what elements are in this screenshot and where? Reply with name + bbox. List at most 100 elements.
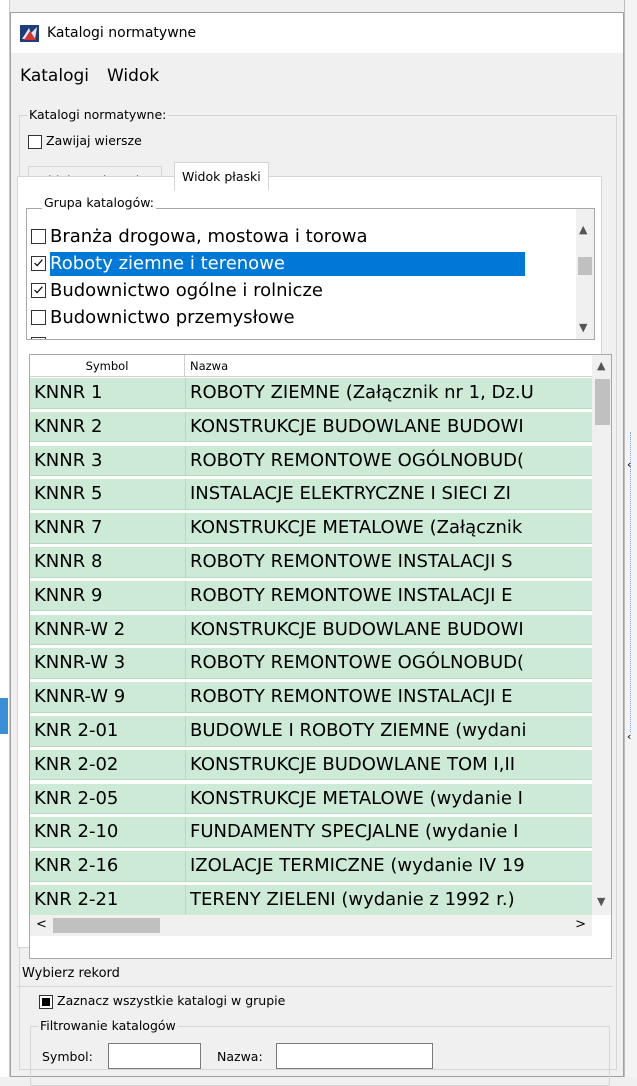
checkbox[interactable] xyxy=(31,337,46,339)
scroll-down-icon[interactable]: ▼ xyxy=(597,895,605,908)
cell-name: KONSTRUKCJE METALOWE (Załącznik xyxy=(190,517,523,539)
cell-symbol: KNNR 9 xyxy=(34,584,103,606)
select-all-label: Zaznacz wszystkie katalogi w grupie xyxy=(57,993,286,1008)
list-item[interactable]: Roboty ziemne i terenowe xyxy=(31,250,571,277)
cell-name: TERENY ZIELENI (wydanie z 1992 r.) xyxy=(190,889,515,910)
menu-katalogi[interactable]: Katalogi xyxy=(20,66,89,86)
tab-widok-plaski[interactable]: Widok płaski xyxy=(174,162,269,191)
table-row[interactable]: KNR 2-05 KONSTRUKCJE METALOWE (wydanie I xyxy=(30,783,592,815)
status-label: Wybierz rekord xyxy=(22,966,120,981)
cell-symbol: KNR 2-10 xyxy=(34,821,119,843)
column-header-symbol[interactable]: Symbol xyxy=(30,355,185,377)
checkbox[interactable] xyxy=(31,229,46,244)
table-row[interactable]: KNNR 7 KONSTRUKCJE METALOWE (Załącznik xyxy=(30,513,592,544)
list-item[interactable]: Branża drogowa, mostowa i torowa xyxy=(31,223,571,250)
cell-name: ROBOTY REMONTOWE INSTALACJI S xyxy=(190,551,513,572)
scroll-up-icon[interactable]: ▲ xyxy=(579,223,587,236)
scroll-thumb[interactable] xyxy=(53,918,160,933)
cell-symbol: KNNR-W 9 xyxy=(34,686,126,708)
symbol-input[interactable] xyxy=(108,1043,201,1069)
menu-bar: Katalogi Widok xyxy=(11,53,623,93)
table-row[interactable]: KNNR 5 INSTALACJE ELEKTRYCZNE I SIECI ZI xyxy=(30,479,592,510)
list-item-label: Budownictwo przemysłowe xyxy=(50,307,295,328)
catalog-table[interactable]: Symbol Nazwa KNNR 1 ROBOTY ZIEMNE (Załącz… xyxy=(29,354,612,959)
cell-name: ROBOTY REMONTOWE INSTALACJI E xyxy=(190,584,513,606)
table-vscrollbar[interactable]: ▲ ▼ xyxy=(592,355,611,915)
scroll-down-icon[interactable]: ▼ xyxy=(579,321,587,334)
divider xyxy=(17,986,612,987)
filter-label: Filtrowanie katalogów xyxy=(38,1018,178,1033)
cell-symbol: KNR 2-21 xyxy=(34,889,119,910)
scroll-right-icon[interactable]: > xyxy=(575,917,586,932)
cell-symbol: KNNR-W 2 xyxy=(34,618,126,640)
cell-symbol: KNNR 7 xyxy=(34,517,103,539)
symbol-label: Symbol: xyxy=(42,1049,93,1064)
list-item-label: Branża drogowa, mostowa i torowa xyxy=(50,226,368,247)
table-hscrollbar[interactable]: < > xyxy=(30,915,592,936)
table-row[interactable]: KNNR-W 2 KONSTRUKCJE BUDOWLANE BUDOWI xyxy=(30,614,592,646)
cell-name: KONSTRUKCJE BUDOWLANE BUDOWI xyxy=(190,415,524,437)
name-label: Nazwa: xyxy=(217,1049,263,1064)
cell-name: ROBOTY ZIEMNE (Załącznik nr 1, Dz.U xyxy=(190,382,534,403)
scroll-thumb[interactable] xyxy=(595,379,610,425)
name-input[interactable] xyxy=(276,1043,433,1069)
scroll-left-icon[interactable]: < xyxy=(36,917,47,932)
wrap-rows-label: Zawijaj wiersze xyxy=(46,133,142,148)
wrap-rows-checkbox[interactable]: Zawijaj wiersze xyxy=(28,133,142,149)
checkbox[interactable] xyxy=(39,994,53,1009)
table-row[interactable]: KNNR-W 9 ROBOTY REMONTOWE INSTALACJI E xyxy=(30,682,592,713)
table-row[interactable]: KNR 2-02 KONSTRUKCJE BUDOWLANE TOM I,II xyxy=(30,749,592,781)
list-scrollbar[interactable]: ▲ ▼ xyxy=(576,209,594,339)
cell-name: IZOLACJE TERMICZNE (wydanie IV 19 xyxy=(190,855,525,877)
cell-name: ROBOTY REMONTOWE OGÓLNOBUD( xyxy=(190,652,525,674)
table-row[interactable]: KNR 2-01 BUDOWLE I ROBOTY ZIEMNE (wydani xyxy=(30,716,592,747)
list-item-label: Roboty ziemne i terenowe xyxy=(50,252,525,276)
table-row[interactable]: KNNR 3 ROBOTY REMONTOWE OGÓLNOBUD( xyxy=(30,445,592,477)
scroll-thumb[interactable] xyxy=(578,257,592,275)
select-all-checkbox[interactable]: Zaznacz wszystkie katalogi w grupie xyxy=(39,993,285,1009)
app-icon xyxy=(20,25,39,42)
cell-name: BUDOWLE I ROBOTY ZIEMNE (wydani xyxy=(190,720,527,741)
checkbox[interactable] xyxy=(31,256,46,271)
cell-symbol: KNR 2-16 xyxy=(34,855,119,877)
cell-name: ROBOTY REMONTOWE INSTALACJI E xyxy=(190,686,513,708)
cell-symbol: KNR 2-02 xyxy=(34,753,119,775)
menu-widok[interactable]: Widok xyxy=(107,66,159,86)
list-item[interactable]: Budownictwo przemysłowe xyxy=(31,304,571,331)
cell-name: FUNDAMENTY SPECJALNE (wydanie I xyxy=(190,821,519,843)
table-row[interactable]: KNNR 2 KONSTRUKCJE BUDOWLANE BUDOWI xyxy=(30,411,592,443)
checkmark-icon xyxy=(34,259,43,267)
cell-name: KONSTRUKCJE METALOWE (wydanie I xyxy=(190,787,523,809)
checkbox[interactable] xyxy=(31,310,46,325)
cell-name: KONSTRUKCJE BUDOWLANE TOM I,II xyxy=(190,753,516,775)
table-row[interactable]: KNNR 9 ROBOTY REMONTOWE INSTALACJI E xyxy=(30,580,592,612)
cell-symbol: KNNR 1 xyxy=(34,382,103,403)
list-item[interactable]: Budownictwo ogólne i rolnicze xyxy=(31,277,571,304)
catalog-group-label: Grupa katalogów: xyxy=(42,195,157,210)
table-header: Symbol Nazwa xyxy=(30,355,592,377)
scroll-up-icon[interactable]: ▲ xyxy=(597,359,605,372)
list-item-partial[interactable] xyxy=(31,331,571,339)
list-item-label: Budownictwo ogólne i rolnicze xyxy=(50,280,323,301)
catalog-group-list[interactable]: Branża drogowa, mostowa i torowa Roboty … xyxy=(26,208,595,340)
checkbox[interactable] xyxy=(28,134,42,149)
cell-symbol: KNNR-W 3 xyxy=(34,652,126,674)
background-highlight xyxy=(0,698,8,734)
collapse-arrow-icon[interactable]: ‹ xyxy=(627,730,631,743)
cell-name: ROBOTY REMONTOWE OGÓLNOBUD( xyxy=(190,449,525,471)
table-row[interactable]: KNR 2-21 TERENY ZIELENI (wydanie z 1992 r… xyxy=(30,885,592,916)
table-row[interactable]: KNR 2-10 FUNDAMENTY SPECJALNE (wydanie I xyxy=(30,817,592,848)
checkbox[interactable] xyxy=(31,283,46,298)
table-row[interactable]: KNNR-W 3 ROBOTY REMONTOWE OGÓLNOBUD( xyxy=(30,648,592,679)
title-bar[interactable]: Katalogi normatywne xyxy=(11,13,623,53)
cell-name: KONSTRUKCJE BUDOWLANE BUDOWI xyxy=(190,618,524,640)
table-row[interactable]: KNR 2-16 IZOLACJE TERMICZNE (wydanie IV 1… xyxy=(30,851,592,882)
table-row[interactable]: KNNR 8 ROBOTY REMONTOWE INSTALACJI S xyxy=(30,547,592,578)
column-header-nazwa[interactable]: Nazwa xyxy=(190,355,228,377)
cell-symbol: KNNR 5 xyxy=(34,483,103,505)
cell-symbol: KNNR 3 xyxy=(34,449,103,471)
cell-name: INSTALACJE ELEKTRYCZNE I SIECI ZI xyxy=(190,483,511,505)
cell-symbol: KNNR 8 xyxy=(34,551,103,572)
table-row[interactable]: KNNR 1 ROBOTY ZIEMNE (Załącznik nr 1, Dz.… xyxy=(30,378,592,409)
collapse-arrow-icon[interactable]: ‹ xyxy=(627,458,631,471)
